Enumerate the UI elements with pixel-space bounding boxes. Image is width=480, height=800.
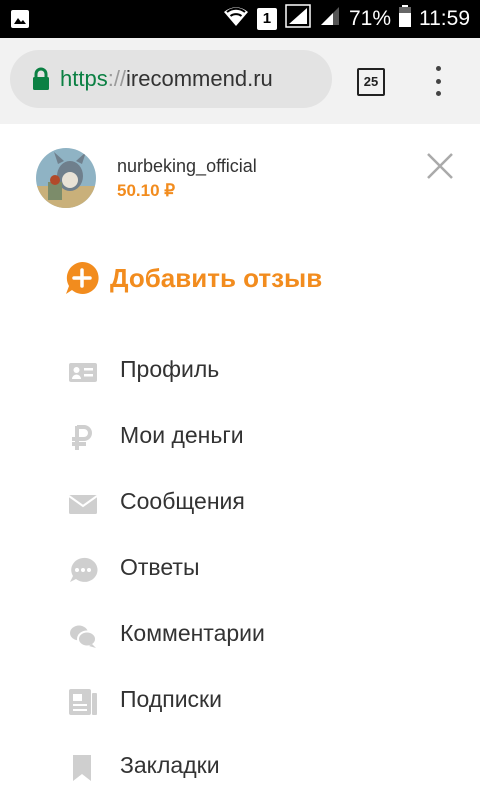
wifi-icon <box>223 5 249 33</box>
lock-icon <box>30 67 52 91</box>
bookmark-icon <box>68 754 98 782</box>
envelope-icon <box>68 490 98 518</box>
subscriptions-icon <box>68 688 98 716</box>
menu-item-answers[interactable]: Ответы <box>0 536 480 602</box>
signal-strength-icon <box>285 4 311 34</box>
menu-item-my-money[interactable]: Мои деньги <box>0 404 480 470</box>
menu-item-subscriptions[interactable]: Подписки <box>0 668 480 734</box>
url-bar[interactable]: https://irecommend.ru <box>10 50 332 108</box>
menu-item-label: Профиль <box>120 356 220 382</box>
sim-slot-indicator: 1 <box>256 8 277 30</box>
menu-item-label: Мои деньги <box>120 422 244 448</box>
account-balance: 50.10 ₽ <box>117 181 176 200</box>
menu-item-label: Закладки <box>120 752 220 778</box>
browser-toolbar: https://irecommend.ru 25 <box>0 38 480 124</box>
tab-switcher-button[interactable]: 25 <box>357 68 385 96</box>
battery-percent: 71% <box>348 7 391 30</box>
ruble-icon <box>68 424 98 452</box>
gallery-notification-icon <box>10 9 30 34</box>
chat-bubble-icon <box>68 556 98 584</box>
menu-item-profile[interactable]: Профиль <box>0 338 480 404</box>
url-separator: :// <box>107 66 127 91</box>
add-review-label: Добавить отзыв <box>110 262 323 293</box>
menu-item-messages[interactable]: Сообщения <box>0 470 480 536</box>
add-review-button[interactable]: Добавить отзыв <box>64 258 322 298</box>
menu-item-comments[interactable]: Комментарии <box>0 602 480 668</box>
account-menu: Профиль Мои деньги Сообщения Ответы Комм… <box>0 338 480 800</box>
status-bar: 1 71% 11:59 <box>0 0 480 38</box>
username: nurbeking_official <box>117 156 257 176</box>
url-scheme: https <box>60 66 108 91</box>
url-text: https://irecommend.ru <box>60 66 273 92</box>
battery-icon <box>399 5 411 33</box>
menu-item-label: Подписки <box>120 686 222 712</box>
avatar[interactable] <box>36 148 96 208</box>
menu-item-bookmarks[interactable]: Закладки <box>0 734 480 800</box>
comments-icon <box>68 622 98 650</box>
more-options-icon[interactable] <box>432 66 444 96</box>
signal-strength-sim2-icon <box>319 5 341 33</box>
add-circle-icon <box>64 260 100 296</box>
menu-item-label: Ответы <box>120 554 200 580</box>
menu-item-label: Сообщения <box>120 488 245 514</box>
url-host: irecommend.ru <box>126 66 273 91</box>
menu-item-label: Комментарии <box>120 620 265 646</box>
close-icon[interactable] <box>422 148 458 184</box>
clock: 11:59 <box>419 7 470 30</box>
profile-card-icon <box>68 358 98 386</box>
